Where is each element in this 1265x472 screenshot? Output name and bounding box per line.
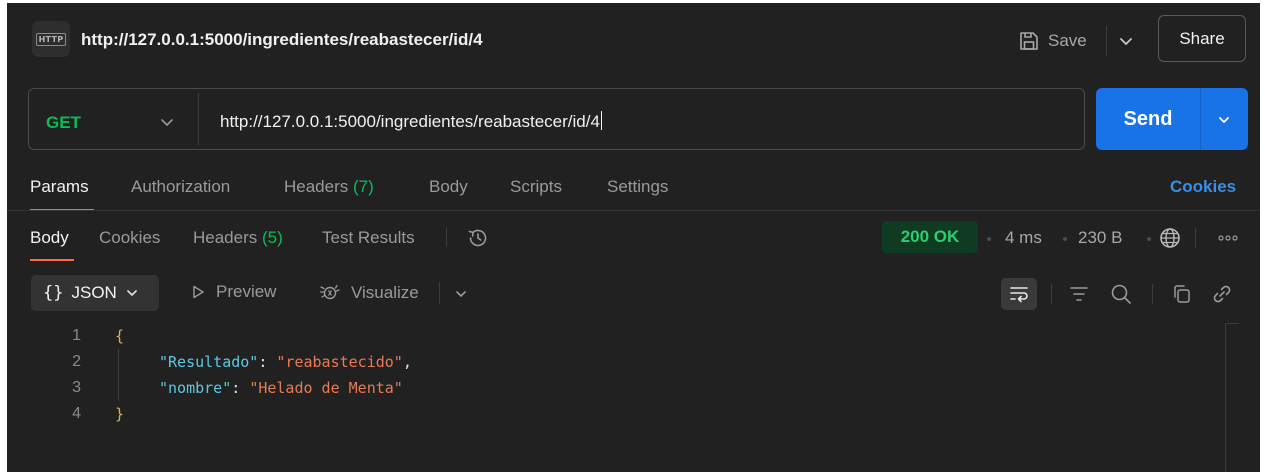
play-icon [193, 285, 204, 299]
code-close-brace: } [115, 405, 125, 423]
line-number: 4 [72, 405, 81, 422]
json-comma: , [402, 353, 412, 371]
save-divider [1106, 26, 1107, 56]
preview-label: Preview [216, 282, 277, 301]
text-cursor [600, 111, 602, 130]
response-tab-headers-count: (5) [262, 228, 283, 247]
json-key: "Resultado" [159, 353, 259, 371]
code-open-brace: { [115, 327, 125, 345]
save-options-chevron-icon[interactable] [1118, 33, 1134, 49]
response-size[interactable]: 230 B [1078, 228, 1122, 248]
copy-icon[interactable] [1171, 283, 1193, 305]
request-title[interactable]: http://127.0.0.1:5000/ingredientes/reaba… [81, 30, 483, 50]
response-active-tab-indicator [30, 259, 74, 261]
status-badge[interactable]: 200 OK [882, 221, 978, 253]
meta-dot [1063, 237, 1067, 241]
search-icon[interactable] [1109, 282, 1133, 306]
tab-headers[interactable]: Headers (7) [284, 177, 374, 197]
toolbar-divider [1152, 284, 1153, 304]
url-input[interactable]: http://127.0.0.1:5000/ingredientes/reaba… [220, 111, 602, 132]
response-tab-test-results[interactable]: Test Results [322, 228, 415, 248]
response-tab-headers-label: Headers [193, 228, 258, 247]
send-button-group: Send [1096, 88, 1248, 150]
vertical-scrollbar[interactable] [1225, 323, 1239, 472]
json-braces-icon: {} [43, 283, 64, 303]
line-number: 1 [72, 327, 81, 344]
history-icon[interactable] [466, 226, 490, 250]
tab-params[interactable]: Params [30, 177, 89, 197]
toolbar-divider [1195, 228, 1196, 248]
json-key: "nombre" [159, 379, 232, 397]
tab-headers-label: Headers [284, 177, 349, 196]
wrap-lines-button[interactable] [1001, 278, 1037, 310]
share-button[interactable]: Share [1158, 15, 1246, 62]
send-divider [1200, 88, 1201, 150]
code-line: "nombre": "Helado de Menta" [159, 379, 403, 405]
section-divider [7, 210, 1260, 211]
send-options-chevron-icon[interactable] [1217, 113, 1231, 127]
json-value: "Helado de Menta" [249, 379, 403, 397]
preview-button[interactable]: Preview [190, 282, 276, 302]
tab-authorization[interactable]: Authorization [131, 177, 230, 197]
visualize-label: Visualize [351, 283, 419, 302]
toolbar-divider [1051, 284, 1052, 304]
indent-guide [118, 349, 119, 401]
globe-icon[interactable] [1158, 226, 1182, 250]
tab-settings[interactable]: Settings [607, 177, 668, 197]
visualize-button[interactable]: Visualize [318, 282, 419, 304]
http-request-icon: HTTP [32, 21, 70, 57]
json-value: "reabastecido" [276, 353, 403, 371]
postman-window: HTTP http://127.0.0.1:5000/ingredientes/… [7, 3, 1260, 472]
url-divider [198, 93, 199, 145]
meta-dot [1147, 237, 1151, 241]
cookies-link[interactable]: Cookies [1170, 177, 1236, 197]
filter-icon[interactable] [1068, 283, 1090, 305]
toolbar-divider [439, 282, 440, 304]
format-select-label: JSON [71, 283, 117, 302]
response-tab-body[interactable]: Body [30, 228, 69, 248]
visualize-chevron-down-icon[interactable] [454, 287, 468, 301]
json-colon: : [231, 379, 250, 397]
link-icon[interactable] [1210, 282, 1234, 306]
wrap-lines-icon [1010, 287, 1028, 303]
format-select[interactable]: {} JSON [31, 275, 159, 311]
http-badge-text: HTTP [35, 32, 67, 46]
line-number: 3 [72, 379, 81, 396]
code-line: "Resultado": "reabastecido", [159, 353, 412, 379]
visualize-icon [319, 284, 340, 300]
line-number: 2 [72, 353, 81, 370]
meta-dot [987, 237, 991, 241]
save-button[interactable]: Save [1018, 25, 1087, 57]
url-input-text: http://127.0.0.1:5000/ingredientes/reaba… [220, 112, 600, 131]
save-label: Save [1048, 31, 1087, 50]
method-select[interactable]: GET [46, 113, 81, 133]
more-options-icon[interactable] [1216, 232, 1240, 244]
method-chevron-down-icon[interactable] [159, 114, 175, 130]
response-time[interactable]: 4 ms [1005, 228, 1042, 248]
send-button[interactable]: Send [1096, 88, 1200, 150]
tab-headers-count: (7) [353, 177, 374, 196]
format-chevron-down-icon [127, 290, 137, 296]
response-tab-headers[interactable]: Headers (5) [193, 228, 283, 248]
json-colon: : [258, 353, 277, 371]
save-icon [1020, 32, 1038, 50]
response-tab-cookies[interactable]: Cookies [99, 228, 160, 248]
toolbar-divider [446, 227, 447, 247]
tab-scripts[interactable]: Scripts [510, 177, 562, 197]
tab-body[interactable]: Body [429, 177, 468, 197]
